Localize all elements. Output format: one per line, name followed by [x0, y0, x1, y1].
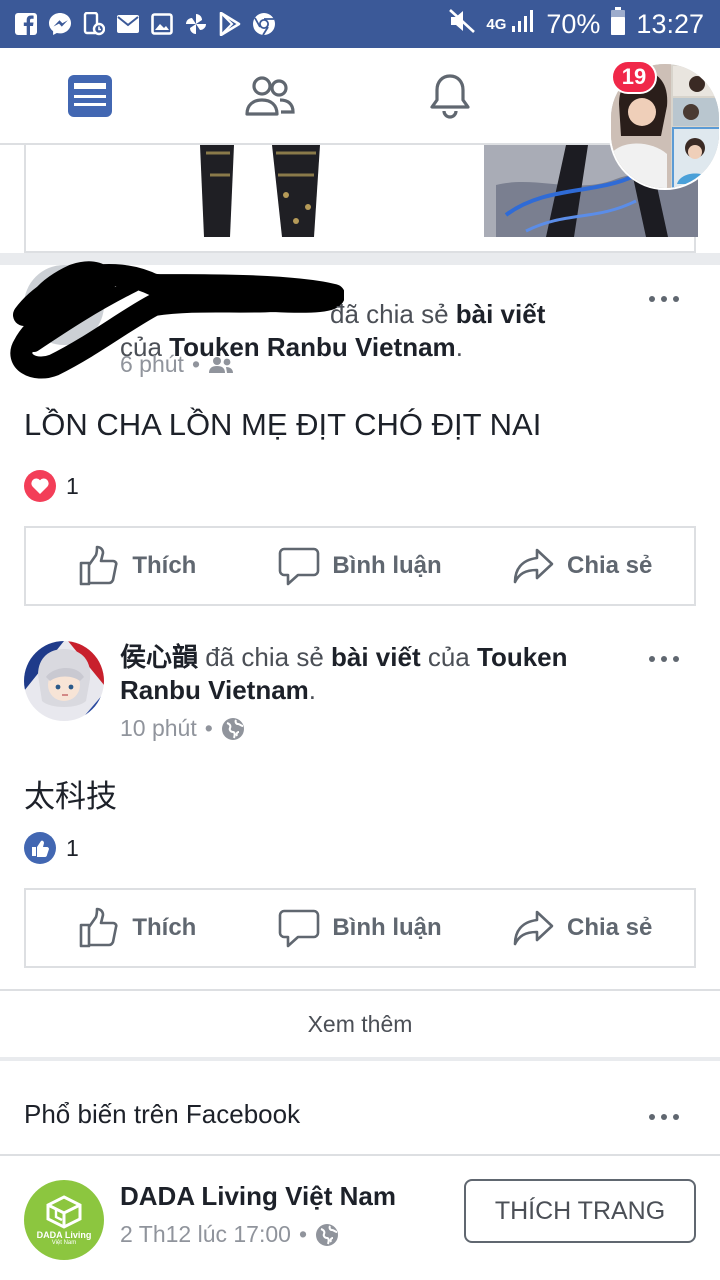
battery-percent: 70% — [546, 8, 601, 39]
globe-icon — [316, 1223, 338, 1246]
post-1-text: LỒN CHA LỒN MẸ ĐỊT CHÓ ĐỊT NAI — [24, 407, 542, 442]
post-2-reaction-count: 1 — [66, 834, 79, 861]
dada-cube-icon — [46, 1194, 82, 1229]
share-button[interactable]: Chia sẻ — [471, 908, 694, 948]
share-icon — [513, 548, 554, 584]
logo-subtext: Việt Nam — [51, 1239, 77, 1246]
post-2-meta: 10 phút • — [120, 715, 245, 742]
share-icon — [513, 910, 554, 946]
post-share-line: đã chia sẻ bài viết — [330, 298, 590, 331]
mail-notif-icon — [116, 12, 140, 36]
post-2-of-text: của — [427, 642, 470, 672]
thumbs-up-icon — [80, 907, 118, 948]
post-2-reactions[interactable]: 1 — [24, 832, 79, 864]
see-more-link[interactable]: Xem thêm — [0, 989, 720, 1057]
like-button[interactable]: Thích — [26, 907, 249, 949]
comment-button[interactable]: Bình luận — [249, 546, 472, 586]
suggested-page-time: 2 Th12 lúc 17:00 — [120, 1221, 291, 1247]
facebook-notif-icon — [14, 12, 38, 36]
post-2-author-name[interactable]: 侯心韻 — [120, 642, 198, 672]
comment-label: Bình luận — [332, 552, 442, 579]
suggested-page-meta: 2 Th12 lúc 17:00 • — [120, 1221, 339, 1248]
popular-section: Phổ biến trên Facebook DADA Living Việt … — [0, 1061, 720, 1280]
comment-button[interactable]: Bình luận — [249, 908, 472, 948]
post-1-more-button[interactable] — [644, 287, 684, 311]
post-1-reactions[interactable]: 1 — [24, 470, 79, 502]
post-object-link[interactable]: bài viết — [456, 299, 546, 329]
news-feed-icon — [68, 75, 112, 117]
tab-notifications[interactable] — [420, 68, 480, 124]
post-action-text: đã chia sẻ — [330, 299, 449, 329]
post-1-action-bar: Thích Bình luận Chia sẻ — [24, 526, 696, 606]
post-2-action-text: đã chia sẻ — [205, 642, 324, 672]
post-2-author-avatar[interactable] — [24, 641, 104, 721]
like-button[interactable]: Thích — [26, 545, 249, 587]
tab-news-feed[interactable] — [60, 68, 120, 124]
post-2-more-button[interactable] — [644, 647, 684, 671]
chat-head-badge: 19 — [611, 60, 657, 94]
thumbs-up-icon — [80, 545, 118, 586]
previous-post-image — [26, 145, 698, 237]
post-2-time[interactable]: 10 phút — [120, 715, 197, 742]
like-label: Thích — [132, 552, 197, 579]
battery-icon — [610, 6, 626, 42]
share-button[interactable]: Chia sẻ — [471, 546, 694, 586]
comment-icon — [279, 547, 320, 586]
signal-icon — [510, 8, 536, 41]
system-status: 4G 70% 13:27 — [448, 0, 704, 48]
love-reaction-icon — [24, 470, 56, 502]
dada-living-logo[interactable]: DADA Living Việt Nam — [24, 1180, 104, 1260]
post-1-reaction-count: 1 — [66, 472, 79, 499]
messenger-notif-icon — [48, 12, 72, 36]
previous-post-card — [0, 145, 720, 253]
friends-icon — [209, 356, 234, 373]
logo-text: DADA Living — [36, 1229, 92, 1240]
network-label: 4G — [486, 15, 507, 33]
device-notif-icon — [82, 12, 106, 36]
like-reaction-icon — [24, 832, 56, 864]
like-label: Thích — [132, 914, 197, 941]
play-store-notif-icon — [218, 12, 242, 36]
bell-icon — [430, 74, 470, 119]
divider — [0, 1154, 720, 1156]
mute-icon — [448, 8, 476, 41]
notification-icons — [0, 12, 276, 36]
previous-post-image-frame[interactable] — [24, 145, 698, 253]
like-page-button[interactable]: THÍCH TRANG — [464, 1179, 696, 1243]
pinwheel-notif-icon — [184, 12, 208, 36]
suggested-page-name[interactable]: DADA Living Việt Nam — [120, 1181, 396, 1212]
post-2-share-line: 侯心韻 đã chia sẻ bài viết của Touken Ranbu… — [120, 642, 568, 705]
status-bar: 4G 70% 13:27 — [0, 0, 720, 48]
friends-icon — [245, 76, 295, 116]
gallery-notif-icon — [150, 12, 174, 36]
post-1-time[interactable]: 6 phút — [120, 351, 184, 378]
post-1-meta: 6 phút • — [120, 351, 234, 378]
post-more-button[interactable] — [644, 405, 684, 429]
post-2: 侯心韻 đã chia sẻ bài viết của Touken Ranbu… — [0, 619, 720, 989]
popular-title: Phổ biến trên Facebook — [24, 1099, 301, 1129]
globe-icon — [221, 717, 244, 740]
share-label: Chia sẻ — [566, 914, 653, 941]
comment-label: Bình luận — [332, 914, 442, 941]
clock: 13:27 — [636, 8, 704, 39]
popular-more-button[interactable] — [644, 1105, 684, 1129]
share-label: Chia sẻ — [566, 552, 653, 579]
post-2-action-bar: Thích Bình luận Chia sẻ — [24, 888, 696, 968]
comment-icon — [279, 909, 320, 948]
post-2-text: 太科技 — [24, 779, 117, 814]
post-2-object-link[interactable]: bài viết — [331, 642, 421, 672]
tab-friends[interactable] — [240, 68, 300, 124]
chrome-notif-icon — [252, 12, 276, 36]
